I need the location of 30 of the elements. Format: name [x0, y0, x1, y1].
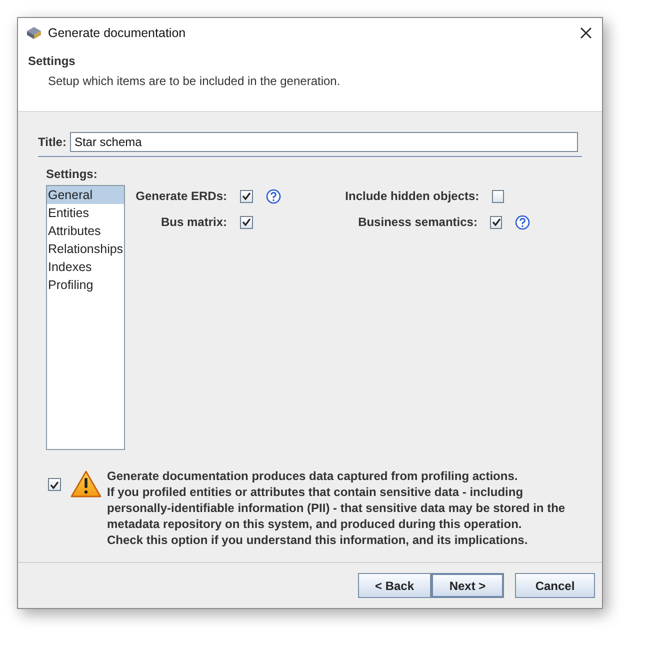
back-button[interactable]: < Back — [358, 573, 431, 598]
settings-list-item[interactable]: Attributes — [47, 222, 124, 240]
settings-label: Settings: — [46, 167, 98, 181]
close-icon[interactable] — [580, 27, 592, 39]
settings-list-item[interactable]: Profiling — [47, 276, 124, 294]
checkbox[interactable] — [492, 190, 504, 202]
warning-message: Generate documentation produces data captured from profiling actions. If you profiled entities or attributes that contain sensitive data - including personally-identifiable information (PII) - that sensitive data may be stored in the metadata repository on this system, and produced during this operation. Check this option if you understand this information, and its implications. — [107, 468, 566, 548]
option-label: Bus matrix: — [160, 215, 227, 229]
checkbox[interactable] — [240, 190, 253, 202]
title-field[interactable]: Star schema — [70, 132, 578, 152]
settings-list-item[interactable]: Indexes — [47, 258, 124, 276]
settings-list-item[interactable]: Entities — [47, 204, 124, 222]
help-icon[interactable] — [515, 214, 530, 230]
checkbox[interactable] — [490, 216, 502, 228]
checkbox[interactable] — [240, 216, 253, 228]
warning-icon — [70, 470, 102, 498]
window-title: Generate documentation — [48, 26, 187, 40]
settings-list-item[interactable]: General — [47, 186, 124, 204]
settings-list-item[interactable]: Relationships — [47, 240, 124, 258]
section-title: Settings — [28, 54, 76, 68]
option-label: Business semantics: — [357, 215, 478, 229]
help-icon[interactable] — [266, 188, 281, 204]
app-icon — [26, 26, 42, 40]
option-label: Generate ERDs: — [135, 189, 227, 203]
cancel-button[interactable]: Cancel — [515, 573, 595, 598]
option-label: Include hidden objects: — [344, 189, 480, 203]
consent-checkbox[interactable] — [48, 478, 61, 491]
section-subtitle: Setup which items are to be included in the generation. — [48, 74, 342, 88]
title-label: Title: — [38, 135, 66, 149]
next-button[interactable]: Next > — [431, 573, 504, 598]
